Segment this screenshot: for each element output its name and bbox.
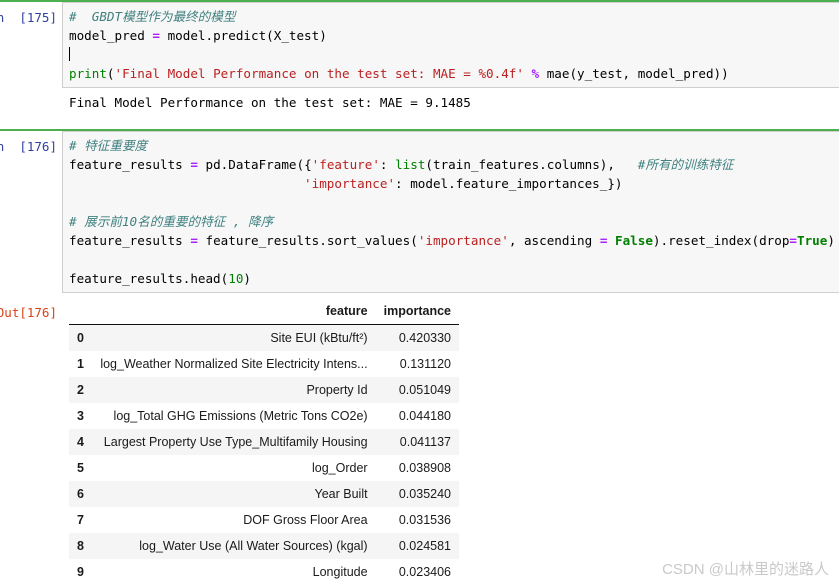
table-row: 7 DOF Gross Floor Area 0.031536 <box>69 507 459 533</box>
cell-importance: 0.024581 <box>398 539 451 553</box>
table-body: 0 Site EUI (kBtu/ft²) 0.420330 1 log_Weather… <box>69 324 459 585</box>
cell-importance: 0.023406 <box>398 565 451 579</box>
input-prompt-176: n [176]: <box>0 139 57 154</box>
code-editor-176[interactable]: # 特征重要度 feature_results = pd.DataFrame({… <box>62 131 839 293</box>
table-row: 6 Year Built 0.035240 <box>69 481 459 507</box>
cell-feature: DOF Gross Floor Area <box>243 513 368 527</box>
cell-feature: log_Water Use (All Water Sources) (kgal) <box>139 539 368 553</box>
table-header-row: feature importance <box>69 302 459 325</box>
table-row: 0 Site EUI (kBtu/ft²) 0.420330 <box>69 324 459 351</box>
cell-importance: 0.131120 <box>399 357 451 371</box>
dataframe-output: feature importance 0 Site EUI (kBtu/ft²) 0… <box>62 300 839 585</box>
notebook-cell-176[interactable]: n [176]: # 特征重要度 feature_results = pd.Da… <box>0 129 839 585</box>
table-row: 8 log_Water Use (All Water Sources) (kgal… <box>69 533 459 559</box>
csdn-watermark: CSDN @山林里的迷路人 <box>662 561 829 578</box>
table-row: 2 Property Id 0.051049 <box>69 377 459 403</box>
cell-feature: Year Built <box>314 487 368 501</box>
cell-feature: Largest Property Use Type_Multifamily Ho… <box>103 435 368 449</box>
cell-feature: Property Id <box>306 383 368 397</box>
cell-importance: 0.031536 <box>398 513 451 527</box>
table-row: 3 log_Total GHG Emissions (Metric Tons CO… <box>69 403 459 429</box>
row-index: 9 <box>77 565 84 579</box>
column-header-feature: feature <box>92 302 376 325</box>
row-index: 5 <box>77 461 84 475</box>
stdout-text-175: Final Model Performance on the test set:… <box>69 95 471 110</box>
stdout-area-175: Final Model Performance on the test set:… <box>0 88 839 116</box>
cell-importance: 0.051049 <box>398 383 451 397</box>
cell-importance: 0.044180 <box>398 409 451 423</box>
notebook-page: n [175]: # GBDT模型作为最终的模型 model_pred = mo… <box>0 0 839 587</box>
cell-importance: 0.420330 <box>398 331 451 345</box>
row-index: 4 <box>77 435 84 449</box>
row-index: 3 <box>77 409 84 423</box>
cell-importance: 0.038908 <box>398 461 451 475</box>
text-cursor <box>69 47 70 61</box>
table-row: 5 log_Order 0.038908 <box>69 455 459 481</box>
code-text-176[interactable]: # 特征重要度 feature_results = pd.DataFrame({… <box>69 136 835 288</box>
cell-feature: log_Order <box>311 461 368 475</box>
column-header-importance: importance <box>375 302 459 325</box>
column-header-index <box>69 302 92 325</box>
cell-importance: 0.035240 <box>398 487 451 501</box>
table-row: 1 log_Weather Normalized Site Electricity… <box>69 351 459 377</box>
output-area-176: Out[176]: feature importance 0 Site EUI (… <box>0 300 839 585</box>
table-row: 9 Longitude 0.023406 <box>69 559 459 585</box>
row-index: 8 <box>77 539 84 553</box>
row-index: 2 <box>77 383 84 397</box>
cell-importance: 0.041137 <box>399 435 451 449</box>
output-prompt-176: Out[176]: <box>0 305 57 320</box>
table-head: feature importance <box>69 302 459 325</box>
input-prompt-175: n [175]: <box>0 10 57 25</box>
feature-importance-table: feature importance 0 Site EUI (kBtu/ft²) 0… <box>69 302 459 585</box>
table-row: 4 Largest Property Use Type_Multifamily H… <box>69 429 459 455</box>
notebook-cell-175[interactable]: n [175]: # GBDT模型作为最终的模型 model_pred = mo… <box>0 0 839 116</box>
row-index: 7 <box>77 513 84 527</box>
cell-feature: Longitude <box>312 565 368 579</box>
cell-feature: Site EUI (kBtu/ft²) <box>270 331 368 345</box>
code-text-175[interactable]: # GBDT模型作为最终的模型 model_pred = model.predi… <box>69 7 835 83</box>
row-index: 6 <box>77 487 84 501</box>
code-editor-175[interactable]: # GBDT模型作为最终的模型 model_pred = model.predi… <box>62 2 839 88</box>
row-index: 0 <box>77 331 84 345</box>
cell-gap-1 <box>0 116 839 129</box>
row-index: 1 <box>77 357 84 371</box>
output-gap <box>0 293 839 300</box>
cell-feature: log_Total GHG Emissions (Metric Tons CO2… <box>113 409 368 423</box>
cell-feature: log_Weather Normalized Site Electricity … <box>100 357 368 371</box>
